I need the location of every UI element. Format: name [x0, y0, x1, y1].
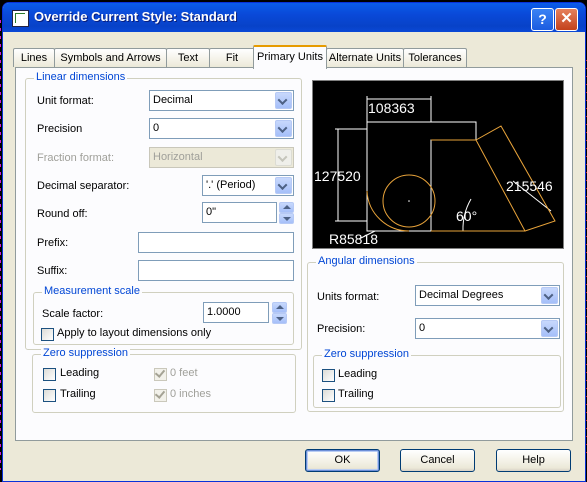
angular-trailing-checkbox[interactable] — [322, 389, 335, 402]
precision-value: 0 — [153, 122, 160, 134]
tab-primary-units[interactable]: Primary Units — [253, 45, 327, 69]
preview-dim-left: 127520 — [314, 168, 361, 184]
chevron-down-icon[interactable] — [275, 92, 292, 109]
linear-dimensions-title: Linear dimensions — [34, 71, 128, 83]
preview-fillet — [366, 190, 410, 232]
unit-format-value: Decimal — [153, 94, 193, 106]
spin-down-icon[interactable] — [279, 213, 294, 224]
leading-checkbox[interactable] — [43, 368, 56, 381]
apply-layout-checkbox[interactable] — [41, 328, 54, 341]
scale-factor-input[interactable]: 1.0000 — [203, 302, 269, 323]
measurement-scale-group: Measurement scale Scale factor: 1.0000 A… — [33, 285, 294, 345]
title-help-button[interactable]: ? — [531, 8, 554, 31]
dimstyle-app-icon — [12, 10, 29, 27]
zero-suppression-angular-title: Zero suppression — [322, 348, 411, 360]
chevron-down-icon[interactable] — [541, 320, 558, 337]
scale-factor-spinner[interactable] — [272, 302, 287, 324]
apply-layout-label: Apply to layout dimensions only — [57, 327, 212, 339]
title-bar[interactable]: Override Current Style: Standard ? ✕ — [3, 3, 585, 32]
decimal-separator-label: Decimal separator: — [37, 180, 130, 192]
tab-symbols-and-arrows[interactable]: Symbols and Arrows — [54, 48, 167, 67]
chevron-down-icon[interactable] — [275, 177, 292, 194]
close-button[interactable]: ✕ — [555, 8, 578, 31]
scale-factor-label: Scale factor: — [42, 308, 104, 320]
override-style-dialog: Override Current Style: Standard ? ✕ Lin… — [2, 2, 586, 482]
tab-text[interactable]: Text — [166, 48, 210, 67]
dialog-title: Override Current Style: Standard — [34, 9, 237, 24]
preview-dim-angle: 60° — [456, 208, 477, 224]
angular-trailing-label: Trailing — [338, 388, 374, 400]
angular-dimensions-title: Angular dimensions — [316, 255, 417, 267]
chevron-down-icon[interactable] — [541, 287, 558, 304]
angular-leading-checkbox[interactable] — [322, 369, 335, 382]
trailing-checkbox[interactable] — [43, 389, 56, 402]
angular-dimensions-group: Angular dimensions Units format: Decimal… — [307, 255, 564, 412]
suffix-input[interactable] — [138, 260, 294, 281]
help-button[interactable]: Help — [496, 449, 571, 472]
prefix-input[interactable] — [138, 232, 294, 253]
decimal-separator-value: '.' (Period) — [206, 179, 256, 191]
unit-format-label: Unit format: — [37, 95, 94, 107]
angular-units-format-value: Decimal Degrees — [419, 289, 504, 301]
preview-center-mark — [408, 200, 410, 202]
fraction-format-value: Horizontal — [153, 151, 203, 163]
spin-down-icon[interactable] — [272, 313, 287, 324]
angular-precision-label: Precision: — [317, 323, 366, 335]
scale-factor-value: 1.0000 — [207, 306, 241, 318]
tab-alternate-units[interactable]: Alternate Units — [326, 48, 404, 67]
zero-suppression-angular-group: Zero suppression Leading Trailing — [313, 348, 561, 408]
chevron-down-icon — [275, 149, 292, 166]
primary-units-panel: Linear dimensions Unit format: Decimal P… — [15, 67, 573, 441]
round-off-value: 0" — [206, 206, 217, 218]
round-off-label: Round off: — [37, 208, 88, 220]
ok-button[interactable]: OK — [305, 449, 380, 472]
zero-feet-checkbox — [154, 367, 167, 381]
zero-suppression-linear-title: Zero suppression — [41, 347, 130, 359]
decimal-separator-select[interactable]: '.' (Period) — [202, 175, 294, 196]
angular-units-format-select[interactable]: Decimal Degrees — [415, 285, 560, 306]
spin-up-icon[interactable] — [272, 302, 287, 313]
fraction-format-label: Fraction format: — [37, 152, 115, 164]
angular-precision-value: 0 — [419, 322, 426, 334]
preview-dim-right: 215546 — [506, 178, 553, 194]
cancel-button[interactable]: Cancel — [400, 449, 475, 472]
linear-dimensions-group: Linear dimensions Unit format: Decimal P… — [25, 71, 302, 350]
angular-units-format-label: Units format: — [317, 291, 380, 303]
round-off-input[interactable]: 0" — [202, 202, 277, 223]
chevron-down-icon[interactable] — [275, 120, 292, 137]
zero-suppression-linear-group: Zero suppression Leading Trailing 0 feet… — [32, 347, 296, 413]
suffix-label: Suffix: — [37, 265, 68, 277]
check-mark-icon — [154, 388, 166, 399]
round-off-spinner[interactable] — [279, 202, 294, 224]
angular-precision-select[interactable]: 0 — [415, 318, 560, 339]
zero-feet-label: 0 feet — [170, 367, 198, 379]
zero-inches-label: 0 inches — [170, 388, 211, 400]
leading-label: Leading — [60, 367, 100, 379]
prefix-label: Prefix: — [37, 237, 69, 249]
unit-format-select[interactable]: Decimal — [149, 90, 294, 111]
zero-inches-checkbox — [154, 388, 167, 402]
check-mark-icon — [154, 367, 166, 378]
tab-lines[interactable]: Lines — [13, 48, 55, 67]
angular-leading-label: Leading — [338, 368, 378, 380]
precision-select[interactable]: 0 — [149, 118, 294, 139]
dimension-preview: 108363 127520 215546 60° R85818 — [312, 80, 564, 249]
trailing-label: Trailing — [60, 388, 96, 400]
tab-fit[interactable]: Fit — [209, 48, 255, 67]
fraction-format-select: Horizontal — [149, 147, 294, 168]
measurement-scale-title: Measurement scale — [42, 285, 142, 297]
preview-dim-radius: R85818 — [329, 231, 378, 247]
tab-tolerances[interactable]: Tolerances — [403, 48, 467, 67]
spin-up-icon[interactable] — [279, 202, 294, 213]
preview-dim-top: 108363 — [368, 100, 415, 116]
precision-label: Precision — [37, 123, 83, 135]
